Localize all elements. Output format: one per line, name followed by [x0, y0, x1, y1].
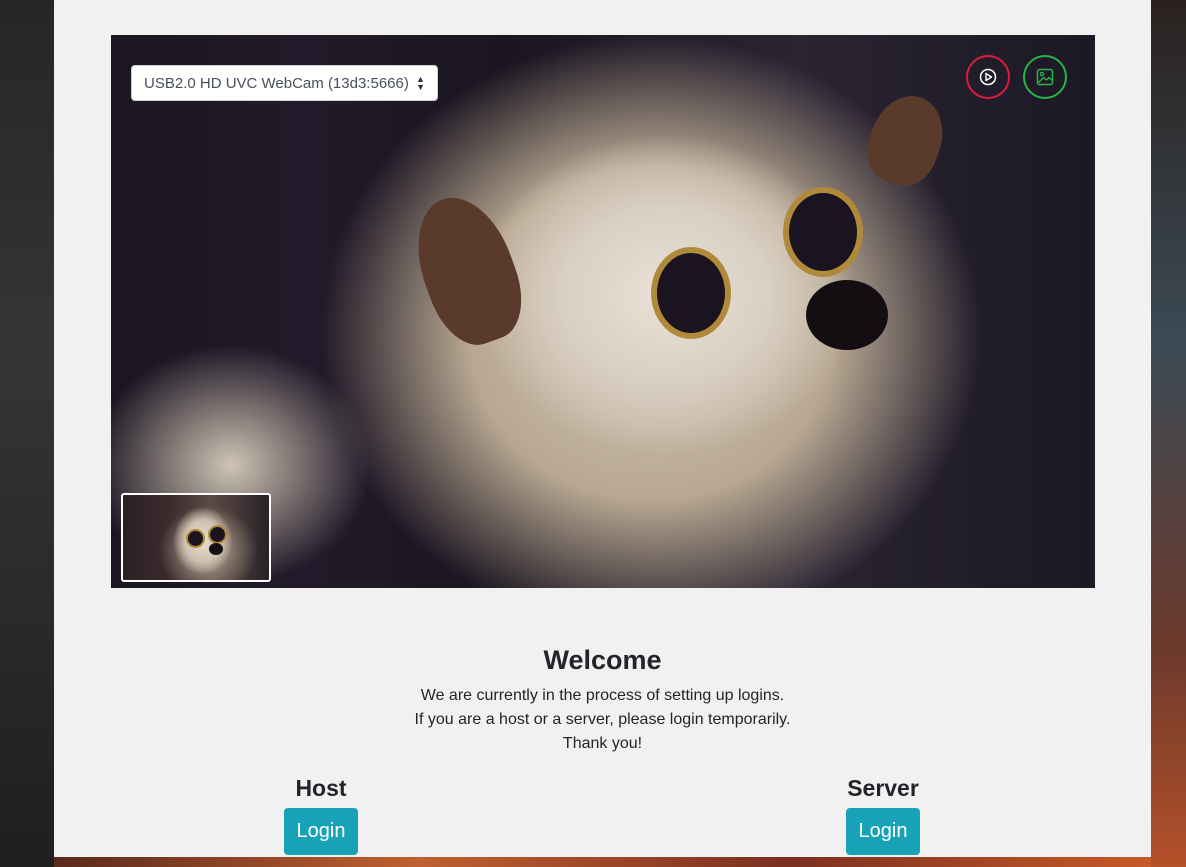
welcome-line-2: If you are a host or a server, please lo…	[414, 711, 791, 728]
plush-nose	[806, 280, 888, 350]
plush-eye-left	[651, 247, 731, 339]
webcam-video: USB2.0 HD UVC WebCam (13d3:5666) ▲ ▼	[111, 35, 1095, 588]
self-view-thumbnail[interactable]	[121, 493, 271, 582]
background-right	[1151, 0, 1186, 867]
welcome-line-1: We are currently in the process of setti…	[420, 687, 785, 704]
background-bottom	[54, 857, 1151, 867]
thumbnail-eye-left	[186, 529, 205, 548]
snapshot-button[interactable]	[1023, 55, 1067, 99]
main-panel: USB2.0 HD UVC WebCam (13d3:5666) ▲ ▼ Welc…	[54, 0, 1151, 857]
camera-select[interactable]: USB2.0 HD UVC WebCam (13d3:5666) ▲ ▼	[131, 65, 438, 101]
plush-ear-left	[400, 184, 536, 356]
server-login-button[interactable]: Login	[845, 808, 921, 855]
host-heading: Host	[295, 775, 347, 801]
host-login-button[interactable]: Login	[283, 808, 359, 855]
thumbnail-eye-right	[208, 525, 227, 544]
thumbnail-nose	[209, 543, 223, 555]
host-section: Host Login	[276, 773, 366, 855]
background-left	[0, 0, 54, 867]
server-heading: Server	[847, 775, 919, 801]
welcome-section: Welcome We are currently in the process …	[54, 645, 1151, 756]
plush-ear-right	[857, 85, 955, 195]
server-section: Server Login	[838, 773, 928, 855]
select-arrows-icon: ▲ ▼	[416, 74, 425, 92]
record-button[interactable]	[966, 55, 1010, 99]
welcome-title: Welcome	[543, 645, 662, 675]
play-circle-icon	[979, 68, 997, 86]
welcome-message: We are currently in the process of setti…	[54, 684, 1151, 756]
welcome-line-3: Thank you!	[562, 735, 643, 752]
camera-select-value: USB2.0 HD UVC WebCam (13d3:5666)	[144, 74, 409, 92]
plush-eye-right	[783, 187, 863, 277]
image-icon	[1036, 68, 1054, 86]
